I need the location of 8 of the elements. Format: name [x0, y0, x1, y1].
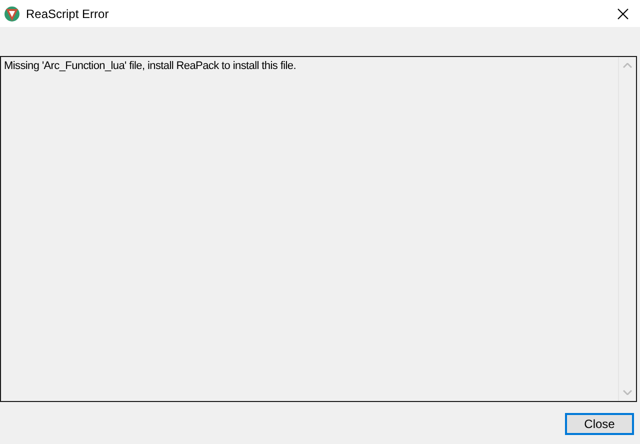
- close-button[interactable]: Close: [565, 413, 634, 435]
- scroll-down-icon[interactable]: [623, 390, 632, 395]
- app-logo-icon: [4, 6, 20, 22]
- window-title: ReaScript Error: [26, 6, 110, 20]
- text-area[interactable]: Missing 'Arc_Function_lua' file, install ReaPack to install this file.: [0, 56, 637, 402]
- scroll-up-icon[interactable]: [623, 63, 632, 68]
- message-text: Missing 'Arc_Function_lua' file, install ReaPack to install this file.: [3, 59, 297, 74]
- close-icon[interactable]: [617, 8, 629, 20]
